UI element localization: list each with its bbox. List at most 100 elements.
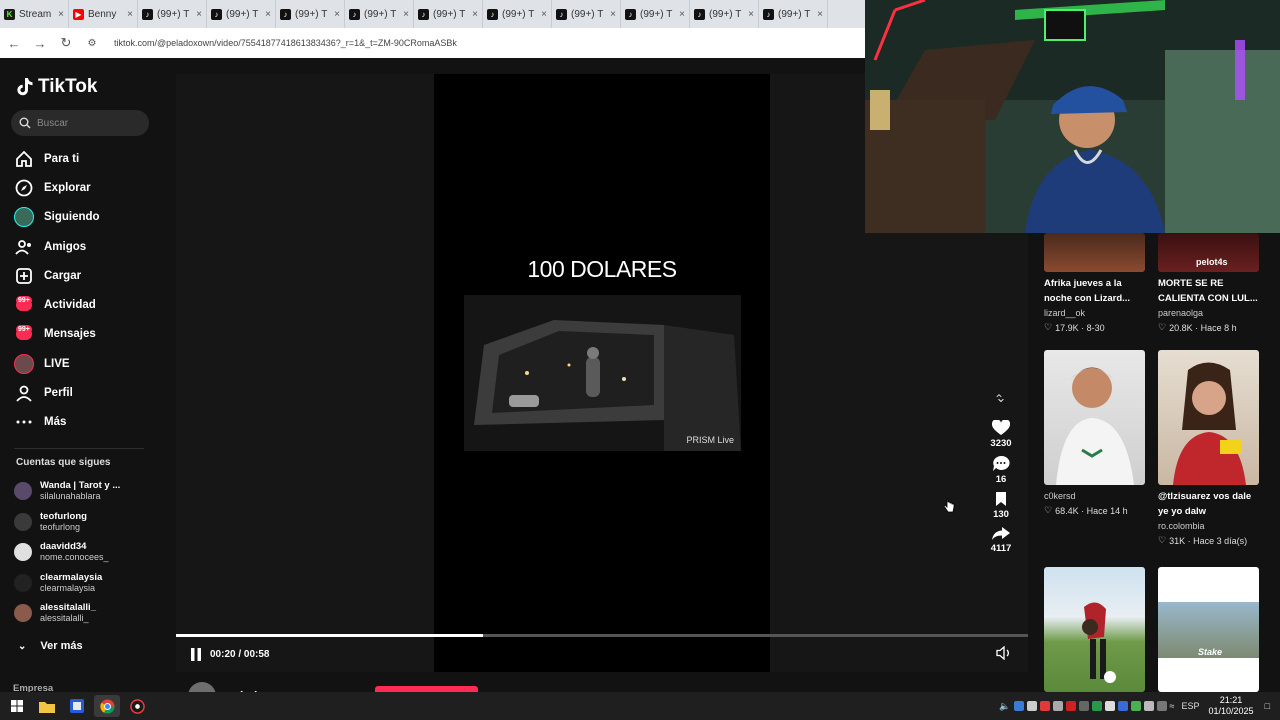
close-tab-icon[interactable]: × [748, 9, 754, 20]
following-account[interactable]: teofurlong teofurlong [14, 507, 164, 538]
browser-tab[interactable]: ♪ (99+) T × [759, 0, 828, 28]
video-card-user[interactable]: ro.colombia [1158, 521, 1259, 531]
like-button[interactable]: 3230 [990, 420, 1012, 449]
tray-app-icon[interactable] [1156, 701, 1167, 711]
browser-tab[interactable]: ♪ (99+) T × [690, 0, 759, 28]
search-input[interactable]: Buscar [11, 110, 149, 136]
pause-icon[interactable] [190, 648, 202, 661]
browser-tab[interactable]: K Stream × [0, 0, 69, 28]
video-card[interactable]: Afrika jueves a la noche con Lizard... l… [1044, 233, 1145, 333]
notifications-icon[interactable]: □ [1265, 701, 1270, 711]
app-icon[interactable] [64, 695, 90, 717]
video-thumbnail[interactable] [1158, 350, 1259, 485]
video-thumbnail[interactable] [1044, 567, 1145, 692]
file-explorer-icon[interactable] [34, 695, 60, 717]
browser-tab[interactable]: ♪ (99+) T × [552, 0, 621, 28]
wifi-icon[interactable]: ≈ [1170, 701, 1175, 711]
tray-app-icon[interactable] [1143, 701, 1154, 711]
video-card-user[interactable]: parenaolga [1158, 308, 1259, 318]
close-tab-icon[interactable]: × [403, 9, 409, 20]
sidebar-item-mensajes[interactable]: 99+ Mensajes [12, 320, 162, 349]
following-account[interactable]: Wanda | Tarot y ... silalunahablara [14, 476, 164, 507]
author-avatar[interactable] [188, 682, 216, 692]
sidebar-item-perfil[interactable]: Perfil [12, 378, 162, 407]
video-thumbnail[interactable] [1044, 350, 1145, 485]
tray-app-icon[interactable] [1104, 701, 1115, 711]
sidebar-item-amigos[interactable]: Amigos [12, 232, 162, 261]
video-card-user[interactable]: c0kersd [1044, 491, 1145, 501]
video-frame[interactable]: 100 DOLARES PRISM Live [434, 74, 770, 672]
video-thumbnail[interactable] [1044, 233, 1145, 272]
site-info-icon[interactable]: ⚙ [84, 35, 100, 51]
video-card[interactable]: pelot4s MORTE SE RE CALIENTA CON LUL... … [1158, 233, 1259, 333]
see-more-button[interactable]: ⌄ Ver más [18, 640, 83, 652]
close-tab-icon[interactable]: × [817, 9, 823, 20]
browser-tab[interactable]: ♪ (99+) T × [138, 0, 207, 28]
chrome-icon[interactable] [94, 695, 120, 717]
video-author[interactable]: peladoxown [188, 682, 295, 692]
browser-tab[interactable]: ♪ (99+) T × [621, 0, 690, 28]
video-card[interactable] [1044, 567, 1145, 692]
tray-app-icon[interactable] [1065, 701, 1076, 711]
sidebar: TikTok Buscar Para ti Explorar Siguiendo Am… [0, 58, 176, 692]
tray-app-icon[interactable] [1052, 701, 1063, 711]
share-button[interactable]: 4117 [991, 526, 1011, 554]
video-thumbnail[interactable]: Stake [1158, 567, 1259, 692]
close-tab-icon[interactable]: × [58, 9, 64, 20]
company-link[interactable]: Empresa [13, 683, 53, 692]
close-tab-icon[interactable]: × [196, 9, 202, 20]
save-button[interactable]: 130 [993, 491, 1009, 520]
following-account[interactable]: daavidd34 nome.conocees_ [14, 537, 164, 568]
close-tab-icon[interactable]: × [610, 9, 616, 20]
video-card[interactable]: Stake [1158, 567, 1259, 692]
tray-app-icon[interactable] [1013, 701, 1024, 711]
browser-tab[interactable]: ♪ (99+) T × [276, 0, 345, 28]
sidebar-item-más[interactable]: Más [12, 408, 162, 437]
following-account[interactable]: alessitalalli_ alessitalalli_ [14, 598, 164, 629]
notification-badge: 99+ [16, 325, 32, 335]
clock[interactable]: 21:21 01/10/2025 [1209, 695, 1254, 717]
close-tab-icon[interactable]: × [127, 9, 133, 20]
browser-tab[interactable]: ♪ (99+) T × [345, 0, 414, 28]
browser-tab[interactable]: ♪ (99+) T × [207, 0, 276, 28]
close-tab-icon[interactable]: × [334, 9, 340, 20]
video-card[interactable]: @tlzisuarez vos dale ye yo dalw ro.colom… [1158, 350, 1259, 546]
sidebar-item-live[interactable]: LIVE [12, 349, 162, 378]
browser-tab[interactable]: ♪ (99+) T × [483, 0, 552, 28]
video-thumbnail[interactable]: pelot4s [1158, 233, 1259, 272]
video-card[interactable]: c0kersd ♡ 68.4K · Hace 14 h [1044, 350, 1145, 516]
video-progress-bar[interactable] [176, 634, 1028, 637]
sidebar-item-para-ti[interactable]: Para ti [12, 144, 162, 173]
chevron-down-icon[interactable]: ⌄ [996, 390, 1007, 406]
volume-tray-icon[interactable]: 🔈 [999, 701, 1010, 712]
reload-icon[interactable]: ↻ [58, 35, 74, 51]
language-indicator[interactable]: ESP [1182, 701, 1200, 711]
comment-button[interactable]: 16 [992, 455, 1010, 485]
close-tab-icon[interactable]: × [679, 9, 685, 20]
tray-app-icon[interactable] [1117, 701, 1128, 711]
sidebar-item-siguiendo[interactable]: Siguiendo [12, 203, 162, 232]
tray-app-icon[interactable] [1078, 701, 1089, 711]
back-icon[interactable]: ← [6, 35, 22, 51]
browser-tab[interactable]: ▶ Benny × [69, 0, 138, 28]
url-input[interactable]: tiktok.com/@peladoxown/video/75541877418… [114, 38, 457, 48]
video-card-user[interactable]: lizard__ok [1044, 308, 1145, 318]
windows-start-icon[interactable] [4, 695, 30, 717]
streaming-app-icon[interactable] [124, 695, 150, 717]
browser-tab[interactable]: ♪ (99+) T × [414, 0, 483, 28]
thumbnail-image [1056, 367, 1134, 485]
sidebar-item-actividad[interactable]: 99+ Actividad [12, 290, 162, 319]
forward-icon[interactable]: → [32, 35, 48, 51]
sidebar-item-explorar[interactable]: Explorar [12, 173, 162, 202]
close-tab-icon[interactable]: × [265, 9, 271, 20]
sidebar-item-cargar[interactable]: Cargar [12, 261, 162, 290]
tray-app-icon[interactable] [1091, 701, 1102, 711]
tray-app-icon[interactable] [1026, 701, 1037, 711]
volume-button[interactable] [996, 645, 1012, 665]
tray-app-icon[interactable] [1130, 701, 1141, 711]
close-tab-icon[interactable]: × [472, 9, 478, 20]
close-tab-icon[interactable]: × [541, 9, 547, 20]
tray-app-icon[interactable] [1039, 701, 1050, 711]
following-account[interactable]: clearmalaysia clearmalaysia [14, 568, 164, 599]
tiktok-logo[interactable]: TikTok [16, 76, 97, 98]
